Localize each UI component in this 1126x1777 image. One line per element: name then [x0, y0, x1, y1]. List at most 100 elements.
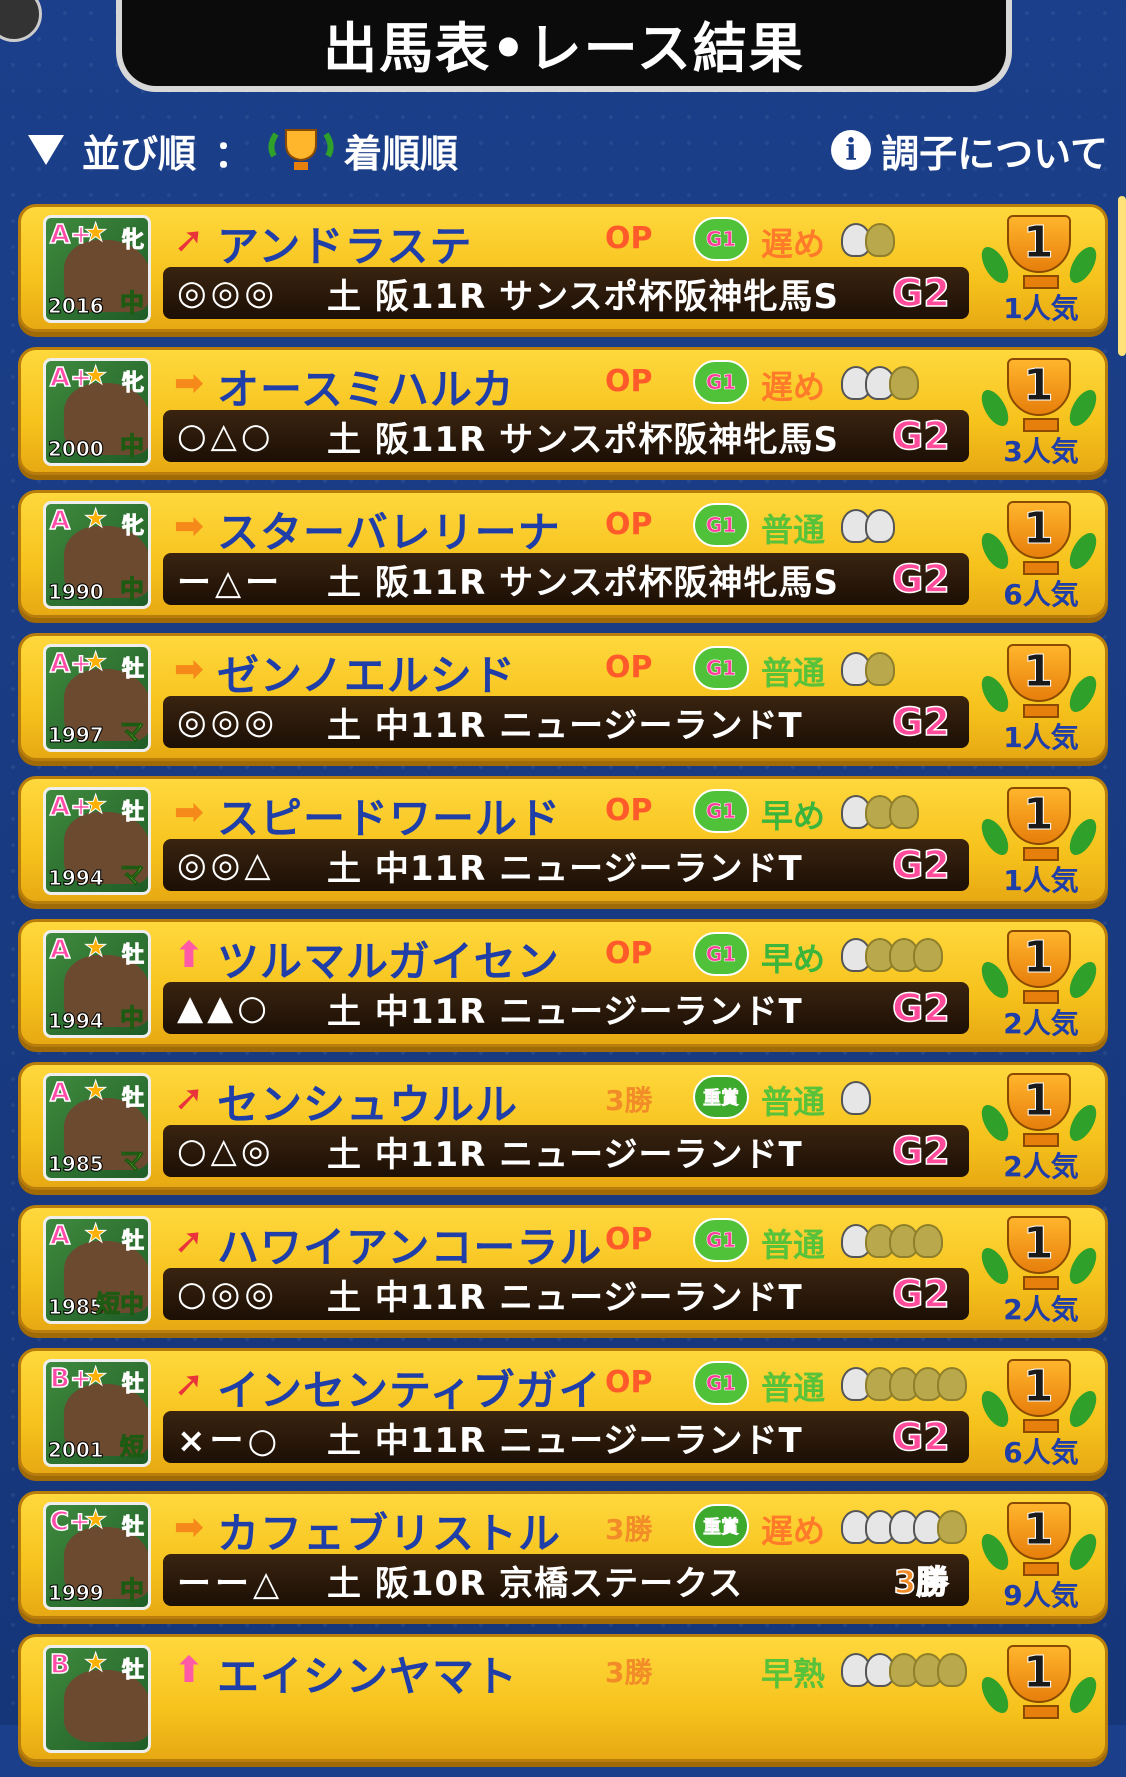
grade-badge: G1 — [693, 1218, 749, 1262]
sex-label: 牡 — [121, 1515, 144, 1541]
horse-portrait: A ★ 牡 1985 短中 — [43, 1216, 151, 1324]
race-grade: G2 — [891, 699, 950, 745]
race-name: 土 阪10R 京橋ステークス — [327, 1563, 744, 1604]
laurel-right-icon — [1064, 242, 1102, 288]
laurel-right-icon — [1064, 814, 1102, 860]
trend-arrow-icon: ➡ — [173, 649, 205, 690]
entry-row[interactable]: A ★ 牡 1985 短中 ➚ ハワイアンコーラル OP G1 普通 ○◎◎ 土 中11R … — [18, 1205, 1108, 1333]
star-icon: ★ — [83, 1362, 108, 1393]
finish-position: 1 — [1023, 789, 1055, 841]
trend-arrow-icon: ➡ — [173, 363, 205, 404]
horseshoe-rating — [841, 652, 895, 686]
prediction-marks: ◎◎△ — [177, 845, 275, 885]
condition-info-button[interactable]: i 調子について — [831, 118, 1108, 182]
horseshoe-icon — [865, 652, 895, 686]
entry-row[interactable]: A ★ 牝 1990 中 ➡ スターバレリーナ OP G1 普通 ー△ー 土 阪11R サン… — [18, 490, 1108, 618]
sort-value[interactable]: 着順順 — [344, 123, 458, 178]
finish-position: 1 — [1023, 1647, 1055, 1699]
star-icon: ★ — [83, 218, 108, 249]
trend-arrow-icon: ➡ — [173, 792, 205, 833]
class-label: OP — [605, 507, 653, 542]
trend-arrow-icon: ➚ — [173, 1078, 205, 1119]
entry-row[interactable]: B ★ 牡 ⬆ エイシンヤマト 3勝 早熟 1 — [18, 1634, 1108, 1762]
entry-row[interactable]: A+ ★ 牡 1994 マ ➡ スピードワールド OP G1 早め ◎◎△ 土 中11R ニ… — [18, 776, 1108, 904]
laurel-right-icon — [1064, 385, 1102, 431]
trend-arrow-icon: ➡ — [173, 506, 205, 547]
running-style-label: 普通 — [761, 654, 826, 692]
horse-portrait: A ★ 牡 1994 中 — [43, 930, 151, 1038]
horse-name: ツルマルガイセン — [217, 937, 560, 986]
finish-position: 1 — [1023, 932, 1055, 984]
horse-name: ハワイアンコーラル — [217, 1223, 603, 1272]
horseshoe-rating — [841, 223, 895, 257]
horse-name: スターバレリーナ — [217, 508, 561, 557]
birth-year: 2016 — [48, 294, 105, 319]
running-style-label: 普通 — [761, 1083, 826, 1121]
scrollbar[interactable] — [1118, 196, 1126, 356]
birth-year: 1994 — [48, 866, 105, 891]
grade-badge: 重賞 — [693, 1504, 749, 1548]
class-label: OP — [605, 364, 653, 399]
entry-row[interactable]: A+ ★ 牝 2016 中 ➚ アンドラステ OP G1 遅め ◎◎◎ 土 阪11R サンス… — [18, 204, 1108, 332]
star-icon: ★ — [83, 504, 108, 535]
horseshoe-rating — [841, 509, 895, 543]
sex-label: 牡 — [121, 1658, 144, 1684]
class-label: OP — [605, 793, 653, 828]
horseshoe-rating — [841, 1224, 943, 1258]
finish-trophy: 1 — [976, 1645, 1102, 1755]
race-result-bar: ーー△ 土 阪10R 京橋ステークス 3勝 — [163, 1554, 969, 1606]
sex-label: 牡 — [121, 1086, 144, 1112]
rank-label: B — [49, 1649, 70, 1681]
entry-row[interactable]: A+ ★ 牡 1997 マ ➡ ゼンノエルシド OP G1 普通 ◎◎◎ 土 中11R ニュ… — [18, 633, 1108, 761]
horseshoe-icon — [865, 223, 895, 257]
grade-badge: G1 — [693, 503, 749, 547]
running-style-label: 早め — [761, 797, 826, 835]
finish-position: 1 — [1023, 217, 1055, 269]
rank-label: A — [49, 1077, 71, 1109]
trend-arrow-icon: ➚ — [173, 220, 205, 261]
running-style-label: 遅め — [761, 1512, 826, 1550]
entry-row[interactable]: B+ ★ 牡 2001 短 ➚ インセンティブガイ OP G1 普通 ×ー○ 土 中11R … — [18, 1348, 1108, 1476]
popularity-label: 6人気 — [1003, 1436, 1079, 1469]
running-style-label: 早め — [761, 940, 826, 978]
prediction-marks: ー△ー — [177, 562, 284, 603]
entry-row[interactable]: C+ ★ 牡 1999 中 ➡ カフェブリストル 3勝 重賞 遅め ーー△ 土 阪10R 京… — [18, 1491, 1108, 1619]
race-name: 土 阪11R サンスポ杯阪神牝馬S — [327, 562, 839, 603]
star-icon: ★ — [83, 1219, 108, 1250]
distance-label: マ — [120, 861, 145, 890]
trend-arrow-icon: ➚ — [173, 1221, 205, 1262]
entry-row[interactable]: A ★ 牡 1985 マ ➚ センシュウルル 3勝 重賞 普通 ○△◎ 土 中11R ニュー… — [18, 1062, 1108, 1190]
horseshoe-icon — [889, 366, 919, 400]
rank-label: A — [49, 1220, 71, 1252]
horse-portrait: A+ ★ 牝 2000 中 — [43, 358, 151, 466]
horse-name: インセンティブガイ — [217, 1366, 602, 1415]
horse-name: センシュウルル — [217, 1080, 519, 1129]
star-icon: ★ — [83, 1505, 108, 1536]
sort-label[interactable]: 並び順 — [82, 123, 196, 178]
finish-position: 1 — [1023, 1361, 1055, 1413]
trend-arrow-icon: ⬆ — [173, 935, 205, 976]
class-label: OP — [605, 1222, 653, 1257]
entry-row[interactable]: A+ ★ 牝 2000 中 ➡ オースミハルカ OP G1 遅め ○△○ 土 阪11R サン… — [18, 347, 1108, 475]
dropdown-triangle-icon[interactable] — [28, 135, 64, 165]
horse-name: アンドラステ — [217, 222, 473, 271]
popularity-label: 2人気 — [1003, 1150, 1079, 1183]
distance-label: 中 — [120, 432, 145, 461]
horseshoe-icon — [889, 795, 919, 829]
running-style-label: 早熟 — [761, 1655, 826, 1693]
horseshoe-icon — [937, 1653, 967, 1687]
horseshoe-rating — [841, 938, 943, 972]
horseshoe-icon — [913, 938, 943, 972]
horseshoe-icon — [937, 1367, 967, 1401]
finish-position: 1 — [1023, 1504, 1055, 1556]
grade-badge: 重賞 — [693, 1075, 749, 1119]
grade-badge: G1 — [693, 217, 749, 261]
race-grade: G2 — [891, 556, 950, 602]
horse-portrait: C+ ★ 牡 1999 中 — [43, 1502, 151, 1610]
sex-label: 牡 — [121, 800, 144, 826]
distance-label: 短 — [120, 1433, 145, 1462]
entry-row[interactable]: A ★ 牡 1994 中 ⬆ ツルマルガイセン OP G1 早め ▲▲○ 土 中11R ニュ… — [18, 919, 1108, 1047]
finish-trophy: 1 6人気 — [976, 501, 1102, 611]
distance-label: 短中 — [96, 1290, 145, 1319]
class-label: 3勝 — [605, 1513, 653, 1546]
